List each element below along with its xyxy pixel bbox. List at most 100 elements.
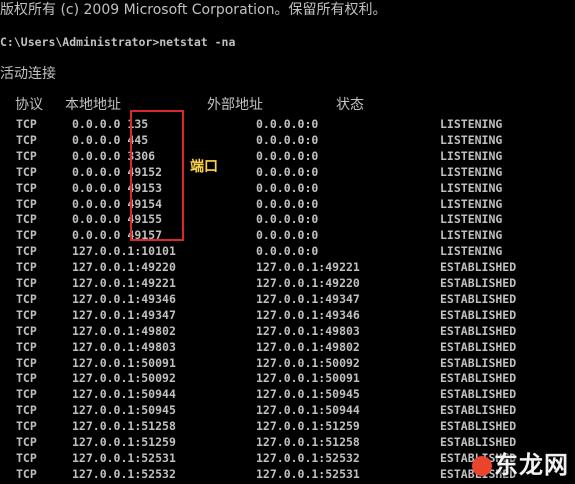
- row-protocol: TCP: [16, 291, 37, 306]
- row-protocol: TCP: [16, 466, 37, 481]
- row-local-port: 51259: [141, 435, 176, 449]
- row-local-port: 49220: [141, 260, 176, 275]
- logo-icon: [472, 456, 492, 476]
- row-local-ip: 127.0.0.1: [72, 435, 135, 449]
- table-row: TCP 127.0.0.1:49346 127.0.0.1:49347 ESTABLI…: [0, 291, 575, 307]
- row-local-ip: 0.0.0.0: [72, 132, 121, 147]
- table-row: TCP 0.0.0.0 445 0.0.0.0:0 LISTENING: [0, 132, 575, 148]
- row-local-ip: 127.0.0.1: [72, 387, 135, 402]
- row-local-port: 51258: [141, 419, 176, 434]
- row-foreign-address: 0.0.0.0:0: [256, 228, 319, 243]
- row-foreign-address: 0.0.0.0:0: [256, 117, 319, 131]
- row-state: ESTABLISHED: [440, 323, 517, 338]
- row-protocol: TCP: [16, 132, 37, 147]
- row-local-ip: 127.0.0.1: [72, 323, 135, 338]
- row-local-port: 49803: [141, 339, 176, 354]
- row-protocol: TCP: [16, 435, 37, 449]
- table-row: TCP 127.0.0.1:49802 127.0.0.1:49803 ESTABLI…: [0, 323, 575, 339]
- row-foreign-address: 127.0.0.1:49220: [256, 276, 360, 290]
- row-protocol: TCP: [16, 355, 37, 370]
- row-state: ESTABLISHED: [440, 387, 517, 402]
- header-foreign-address: 外部地址: [207, 97, 263, 113]
- row-state: LISTENING: [440, 244, 503, 259]
- row-foreign-address: 127.0.0.1:50092: [256, 355, 360, 370]
- table-row: TCP 127.0.0.1:50945 127.0.0.1:50944 ESTABLI…: [0, 402, 575, 418]
- row-local-address: 127.0.0.1:49221: [72, 275, 176, 291]
- row-local-address: 127.0.0.1:51259: [72, 434, 176, 450]
- row-state: LISTENING: [440, 196, 503, 211]
- row-local-port: 50091: [141, 355, 176, 370]
- row-local-port: 49346: [141, 291, 176, 306]
- row-local-ip: 127.0.0.1: [72, 371, 135, 386]
- table-row: TCP 127.0.0.1:50944 127.0.0.1:50945 ESTABLI…: [0, 386, 575, 402]
- row-state: ESTABLISHED: [440, 355, 517, 370]
- row-local-address: 127.0.0.1:52532: [72, 466, 176, 482]
- row-protocol: TCP: [16, 196, 37, 211]
- row-state: ESTABLISHED: [440, 291, 517, 306]
- console-window[interactable]: 版权所有 (c) 2009 Microsoft Corporation。保留所有…: [0, 0, 575, 484]
- row-foreign-address: 127.0.0.1:51259: [256, 419, 360, 434]
- table-row: TCP 127.0.0.1:50091 127.0.0.1:50092 ESTABLI…: [0, 355, 575, 371]
- table-row: TCP 127.0.0.1:50092 127.0.0.1:50091 ESTABLI…: [0, 370, 575, 386]
- row-protocol: TCP: [16, 180, 37, 195]
- row-local-ip: 127.0.0.1: [72, 291, 135, 306]
- row-local-address: 127.0.0.1:51258: [72, 418, 176, 434]
- row-foreign-address: 127.0.0.1:52532: [256, 450, 360, 465]
- table-row: TCP 0.0.0.0 49154 0.0.0.0:0 LISTENING: [0, 196, 575, 212]
- row-protocol: TCP: [16, 276, 37, 290]
- row-local-ip: 0.0.0.0: [72, 148, 121, 163]
- table-row: TCP 0.0.0.0 49157 0.0.0.0:0 LISTENING: [0, 227, 575, 243]
- row-local-port: 50944: [141, 387, 176, 402]
- row-foreign-address: 0.0.0.0:0: [256, 148, 319, 163]
- row-local-port: 52532: [141, 466, 176, 481]
- row-foreign-address: 127.0.0.1:49347: [256, 291, 360, 306]
- row-state: ESTABLISHED: [440, 419, 517, 434]
- row-foreign-address: 0.0.0.0:0: [256, 196, 319, 211]
- table-row: TCP 127.0.0.1:51258 127.0.0.1:51259 ESTABLI…: [0, 418, 575, 434]
- table-row: TCP 127.0.0.1:49347 127.0.0.1:49346 ESTABLI…: [0, 307, 575, 323]
- row-local-ip: 0.0.0.0: [72, 180, 121, 195]
- port-highlight-box: [130, 110, 184, 241]
- row-local-address: 127.0.0.1:50091: [72, 355, 176, 371]
- row-state: ESTABLISHED: [440, 339, 517, 354]
- row-protocol: TCP: [16, 450, 37, 465]
- row-local-address: 127.0.0.1:49803: [72, 339, 176, 355]
- row-protocol: TCP: [16, 387, 37, 402]
- row-foreign-address: 0.0.0.0:0: [256, 180, 319, 195]
- row-local-address: 127.0.0.1:50944: [72, 386, 176, 402]
- row-state: LISTENING: [440, 132, 503, 147]
- row-foreign-address: 0.0.0.0:0: [256, 132, 319, 147]
- row-local-ip: 127.0.0.1: [72, 276, 135, 290]
- table-row: TCP 0.0.0.0 49155 0.0.0.0:0 LISTENING: [0, 211, 575, 227]
- row-local-ip: 127.0.0.1: [72, 307, 135, 322]
- row-foreign-address: 0.0.0.0:0: [256, 164, 319, 179]
- row-protocol: TCP: [16, 339, 37, 354]
- row-local-ip: 127.0.0.1: [72, 419, 135, 434]
- row-state: LISTENING: [440, 148, 503, 163]
- row-foreign-address: 0.0.0.0:0: [256, 244, 319, 259]
- row-protocol: TCP: [16, 244, 37, 259]
- row-foreign-address: 127.0.0.1:50944: [256, 403, 360, 418]
- copyright-line: 版权所有 (c) 2009 Microsoft Corporation。保留所有…: [0, 2, 387, 18]
- row-protocol: TCP: [16, 323, 37, 338]
- row-foreign-address: 0.0.0.0:0: [256, 212, 319, 227]
- section-title: 活动连接: [0, 66, 56, 82]
- row-local-address: 127.0.0.1:50092: [72, 370, 176, 386]
- row-local-ip: 0.0.0.0: [72, 196, 121, 211]
- row-local-port: 52531: [141, 450, 176, 465]
- row-state: ESTABLISHED: [440, 260, 517, 275]
- row-state: ESTABLISHED: [440, 371, 517, 386]
- row-state: LISTENING: [440, 212, 503, 227]
- row-local-ip: 127.0.0.1: [72, 450, 135, 465]
- row-protocol: TCP: [16, 212, 37, 227]
- row-local-address: 127.0.0.1:10101: [72, 243, 176, 259]
- row-local-ip: 0.0.0.0: [72, 212, 121, 227]
- row-local-port: 10101: [141, 244, 176, 259]
- row-protocol: TCP: [16, 228, 37, 243]
- table-row: TCP 0.0.0.0 49153 0.0.0.0:0 LISTENING: [0, 180, 575, 196]
- row-local-ip: 0.0.0.0: [72, 228, 121, 243]
- command-prompt: C:\Users\Administrator>netstat -na: [0, 35, 236, 49]
- row-protocol: TCP: [16, 117, 37, 131]
- row-state: ESTABLISHED: [440, 276, 517, 290]
- row-local-ip: 127.0.0.1: [72, 339, 135, 354]
